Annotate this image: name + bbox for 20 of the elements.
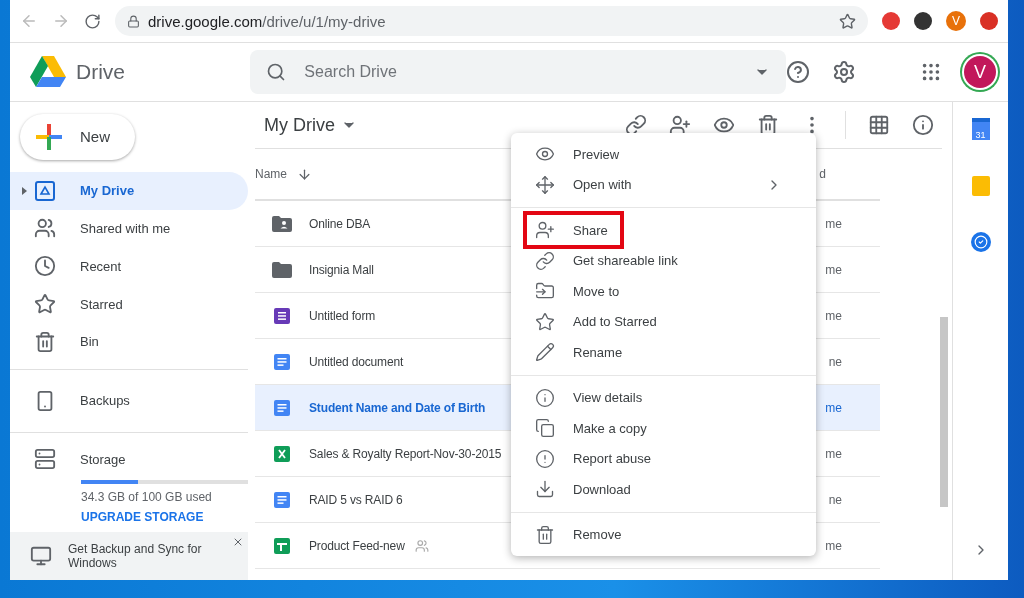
owner-cell: me (825, 538, 842, 553)
file-name: Untitled document (309, 354, 404, 369)
storage-usage: 34.3 GB of 100 GB used (81, 490, 213, 505)
file-name: Insignia Mall (309, 262, 374, 277)
file-name: Online DBA (309, 216, 371, 231)
file-name: RAID 5 vs RAID 6 (309, 492, 403, 507)
owner-cell: ne (828, 492, 842, 507)
file-name: Student Name and Date of Birth (309, 400, 486, 415)
owner-cell: me (825, 216, 842, 231)
owner-cell: me (825, 308, 842, 323)
app-name: Drive (76, 60, 125, 84)
url-text: drive.google.com/drive/u/1/my-drive (148, 12, 386, 30)
owner-cell: me (825, 262, 842, 277)
file-name: Untitled form (309, 308, 376, 323)
promo-text: Get Backup and Sync for Windows (68, 542, 203, 571)
owner-cell: me (825, 400, 842, 415)
file-name: Sales & Royalty Report-Nov-30-2015 (309, 446, 502, 461)
owner-cell: me (825, 446, 842, 461)
owner-cell: ne (828, 354, 842, 369)
file-name: Product Feed-new (309, 538, 405, 553)
